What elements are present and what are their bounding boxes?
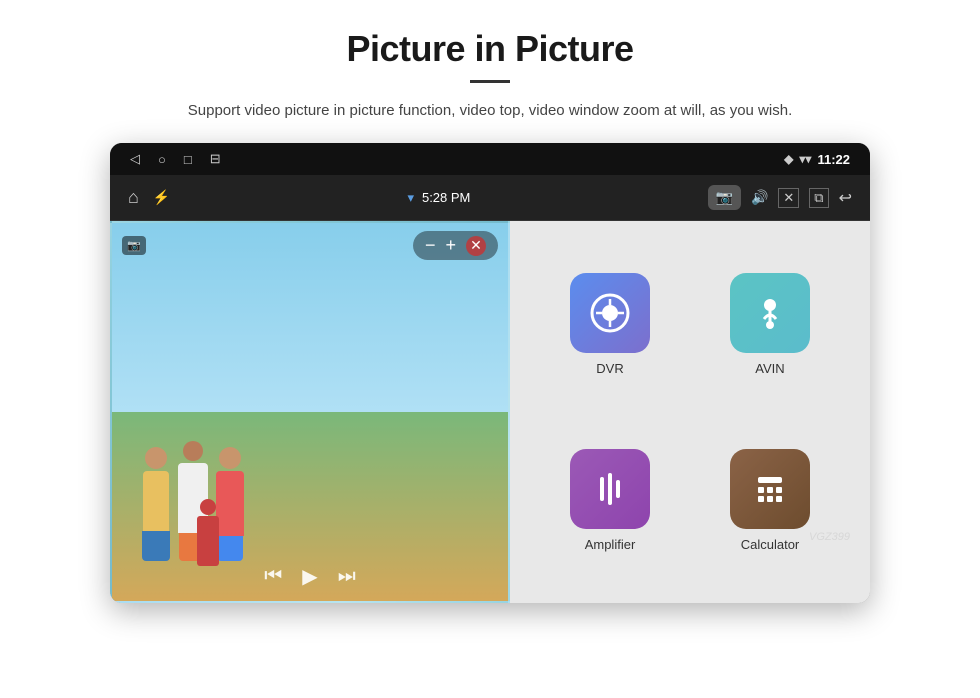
title-divider (470, 80, 510, 83)
page-title: Picture in Picture (346, 28, 633, 70)
menu-icon[interactable]: ⊟ (210, 151, 221, 167)
wifi-icon: ▾▾ (799, 152, 811, 166)
figure-1 (142, 447, 170, 561)
pip-play-btn[interactable]: ▶ (302, 564, 317, 589)
location-icon: ◆ (784, 152, 793, 166)
calculator-label: Calculator (741, 537, 800, 552)
dvr-icon-card[interactable]: DVR (530, 236, 690, 412)
pip-rewind-btn[interactable]: ⏮ (264, 565, 282, 588)
pip-forward-btn[interactable]: ⏭ (338, 565, 356, 588)
app-content: 📷 − + ✕ ⏮ ▶ ⏭ (110, 221, 870, 603)
pip-shrink-btn[interactable]: − (425, 235, 436, 256)
app-grid-area: 📷 − + ✕ ⏮ ▶ ⏭ (110, 221, 870, 603)
status-bar: ◁ ○ □ ⊟ ◆ ▾▾ 11:22 (110, 143, 870, 175)
wifi-status-icon: ▾ (407, 190, 414, 206)
dvr-label: DVR (596, 361, 623, 376)
dvr-icon-box (570, 273, 650, 353)
volume-icon[interactable]: 🔊 (751, 189, 768, 206)
app-bar: ⌂ ⚡ ▾ 5:28 PM 📷 🔊 ✕ ⧉ ↩ (110, 175, 870, 221)
back-nav-icon[interactable]: ↩ (839, 188, 852, 208)
pip-playback: ⏮ ▶ ⏭ (112, 564, 508, 589)
close-icon[interactable]: ✕ (778, 188, 799, 208)
pip-controls: 📷 − + ✕ (112, 231, 508, 260)
pip-camera-icon: 📷 (122, 236, 146, 255)
pip-close-btn[interactable]: ✕ (466, 236, 486, 256)
app-bar-right: 📷 🔊 ✕ ⧉ ↩ (708, 185, 852, 210)
camera-icon[interactable]: 📷 (708, 185, 741, 210)
home-icon[interactable]: ○ (158, 152, 166, 167)
avin-icon-card[interactable]: AVIN (690, 236, 850, 412)
avin-label: AVIN (755, 361, 784, 376)
app-bar-left: ⌂ ⚡ (128, 187, 170, 208)
device-frame: ◁ ○ □ ⊟ ◆ ▾▾ 11:22 ⌂ ⚡ ▾ 5:28 PM 📷 (110, 143, 870, 603)
pip-time-display: 5:28 PM (422, 190, 470, 205)
pip-resize-controls[interactable]: − + ✕ (413, 231, 498, 260)
clock-display: 11:22 (817, 152, 850, 167)
amplifier-label: Amplifier (585, 537, 636, 552)
figure-4 (197, 499, 219, 566)
recents-icon[interactable]: □ (184, 152, 192, 167)
status-bar-right: ◆ ▾▾ 11:22 (784, 152, 850, 167)
pip-mode-icon[interactable]: ⧉ (809, 188, 828, 208)
video-scene (112, 223, 508, 601)
amplifier-icon-box (570, 449, 650, 529)
back-icon[interactable]: ◁ (130, 151, 140, 167)
calculator-icon-card[interactable]: Calculator (690, 412, 850, 588)
pip-grow-btn[interactable]: + (445, 235, 456, 256)
usb-icon[interactable]: ⚡ (153, 189, 170, 206)
pip-video[interactable]: 📷 − + ✕ ⏮ ▶ ⏭ (110, 221, 510, 603)
avin-icon-box (730, 273, 810, 353)
pip-video-inner (112, 223, 508, 601)
app-bar-center: ▾ 5:28 PM (407, 190, 470, 206)
amplifier-icon-card[interactable]: Amplifier (530, 412, 690, 588)
watermark: VGZ399 (809, 531, 850, 543)
page-subtitle: Support video picture in picture functio… (188, 99, 792, 123)
calculator-icon-box (730, 449, 810, 529)
page-container: Picture in Picture Support video picture… (0, 0, 980, 698)
icons-grid-right: DVR AVIN (510, 221, 870, 603)
status-bar-left: ◁ ○ □ ⊟ (130, 151, 221, 167)
figure-3 (216, 447, 244, 561)
home-app-icon[interactable]: ⌂ (128, 187, 139, 208)
figures (142, 441, 244, 561)
